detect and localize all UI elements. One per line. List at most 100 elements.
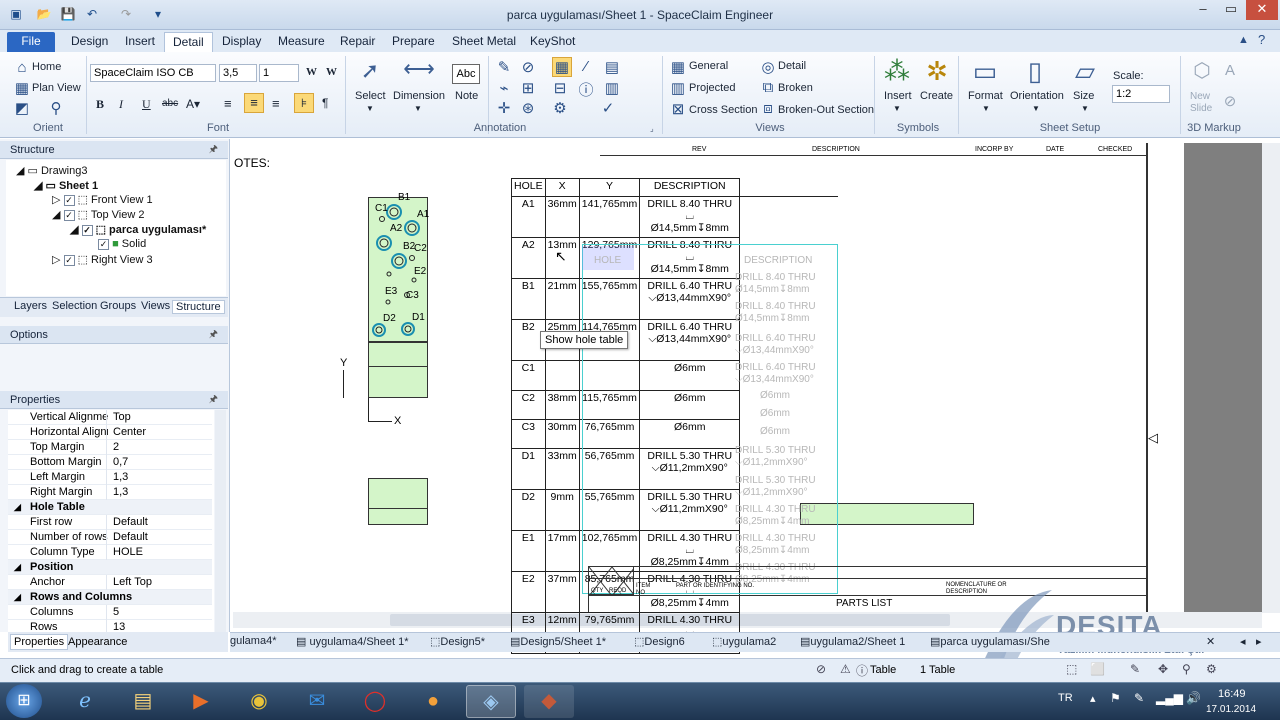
scale-combo[interactable]: 1:2 <box>1112 85 1170 103</box>
expand-icon[interactable]: ◢ <box>14 500 21 515</box>
spaceclaim-taskbar-icon[interactable]: ◈ <box>466 685 516 718</box>
strikethrough-icon[interactable]: abc <box>162 98 178 109</box>
anchor-right-icon[interactable]: ¶ <box>322 96 328 110</box>
pen-tray-icon[interactable]: ✎ <box>1134 691 1144 705</box>
clock-time[interactable]: 16:49 <box>1218 688 1246 700</box>
chevron-down-icon[interactable]: ▼ <box>1081 104 1089 113</box>
bubble-icon[interactable]: ⓘ <box>578 79 594 100</box>
file-explorer-icon[interactable]: ▤ <box>118 685 168 718</box>
checkbox[interactable]: ✓ <box>98 238 109 250</box>
surface-finish-icon[interactable]: ⁄ <box>578 58 594 75</box>
checkbox[interactable]: ✓ <box>63 194 75 206</box>
property-value[interactable]: 13 <box>106 620 212 632</box>
dimension-button[interactable]: Dimension <box>393 90 445 102</box>
property-category[interactable]: ◢ Hole Table <box>8 500 212 515</box>
tree-item-part[interactable]: ◢ ✓ ⬚ parca uygulaması* <box>70 223 206 236</box>
tab-prepare[interactable]: Prepare <box>384 32 443 52</box>
tab-views[interactable]: Views <box>141 300 170 312</box>
tab-measure[interactable]: Measure <box>270 32 333 52</box>
checkbox[interactable]: ✓ <box>81 224 93 236</box>
outlook-icon[interactable]: ✉ <box>292 685 342 718</box>
align-center-icon[interactable]: ≡ <box>244 93 264 113</box>
properties-scrollbar[interactable] <box>215 410 226 632</box>
warning-icon[interactable]: ⚠ <box>840 662 851 676</box>
info-icon[interactable]: ⓘ <box>856 662 868 679</box>
check-icon[interactable]: ✓ <box>600 99 616 117</box>
start-button-icon[interactable]: ⊞ <box>6 684 42 718</box>
front-view-part[interactable] <box>368 478 428 525</box>
tree-item-sheet[interactable]: ◢ ▭ Sheet 1 <box>34 179 98 192</box>
property-value[interactable]: Center <box>106 425 212 440</box>
hole-table-icon[interactable]: ⊟ <box>552 79 568 97</box>
property-value[interactable]: 0,7 <box>106 455 212 470</box>
tab-appearance[interactable]: Appearance <box>68 636 127 648</box>
insert-symbol-button[interactable]: Insert <box>884 90 912 102</box>
help-icon[interactable]: ? <box>1258 32 1265 47</box>
text-color-icon[interactable]: A▾ <box>186 97 200 111</box>
property-value[interactable]: Default <box>106 515 212 530</box>
italic-icon[interactable]: I <box>119 97 123 112</box>
doc-tab[interactable]: ⬚Design5* <box>430 635 485 648</box>
property-row[interactable]: Bottom Margin 0,7 <box>8 455 212 470</box>
selection-filter[interactable]: Table <box>870 664 896 676</box>
narrow-font-button[interactable]: W <box>326 66 337 78</box>
bold-icon[interactable]: B <box>96 97 104 112</box>
markup-delete-icon[interactable]: ⊘ <box>1222 92 1238 110</box>
pan-icon[interactable]: ✥ <box>1158 662 1168 676</box>
dialog-launcher-icon[interactable]: ⌟ <box>650 124 654 133</box>
center-mark-icon[interactable]: ✛ <box>496 99 512 117</box>
hole-table-row[interactable]: A1 36mm 141,765mm DRILL 8.40 THRU ⌴ Ø14,5mm↧8… <box>511 196 838 238</box>
create-symbol-button[interactable]: Create <box>920 90 953 102</box>
weld-icon[interactable]: ⌁ <box>496 79 512 97</box>
box-select-icon[interactable]: ⬜ <box>1090 662 1105 676</box>
doc-tab[interactable]: ▤uygulama2/Sheet 1 <box>800 635 905 648</box>
tree-item-top-view[interactable]: ◢ ✓ ⬚ Top View 2 <box>52 208 144 221</box>
tab-insert[interactable]: Insert <box>117 32 163 52</box>
property-value[interactable]: HOLE <box>106 545 212 560</box>
tab-properties[interactable]: Properties <box>10 634 69 650</box>
center-line-icon[interactable]: ⊛ <box>520 99 536 117</box>
font-size-combo[interactable]: 3,5 <box>219 64 257 82</box>
property-value[interactable]: Default <box>106 530 212 545</box>
tree-item-front-view[interactable]: ▷ ✓ ⬚ Front View 1 <box>52 193 153 206</box>
size-button[interactable]: Size <box>1073 90 1094 102</box>
burning-app-icon[interactable]: ● <box>408 685 458 718</box>
chrome-icon[interactable]: ◉ <box>234 685 284 718</box>
plan-view-button[interactable]: Plan View <box>32 82 81 94</box>
tab-display[interactable]: Display <box>214 32 269 52</box>
property-category[interactable]: ◢ Position <box>8 560 212 575</box>
property-value[interactable]: Left Top <box>106 575 212 590</box>
chevron-down-icon[interactable]: ▼ <box>1032 104 1040 113</box>
property-value[interactable]: 1,3 <box>106 470 212 485</box>
tree-item-right-view[interactable]: ▷ ✓ ⬚ Right View 3 <box>52 253 153 266</box>
symbol-icon[interactable]: ▤ <box>604 58 620 76</box>
expand-icon[interactable]: ◢ <box>14 560 21 575</box>
action-center-icon[interactable]: ⚑ <box>1110 691 1121 705</box>
bom-icon[interactable]: ⊞ <box>520 79 536 97</box>
view-settings-icon[interactable]: ⚙ <box>1206 662 1217 676</box>
ribbon-collapse-icon[interactable]: ▲ <box>1238 34 1249 46</box>
property-row[interactable]: Horizontal AlignmentCenter <box>8 425 212 440</box>
property-value[interactable]: Top <box>106 410 212 425</box>
property-row[interactable]: First row Default <box>8 515 212 530</box>
tray-chevron-icon[interactable]: ▴ <box>1090 692 1096 705</box>
tab-detail[interactable]: Detail <box>164 32 213 52</box>
property-row[interactable]: Right Margin 1,3 <box>8 485 212 500</box>
doc-tab[interactable]: ▤Design5/Sheet 1* <box>510 635 606 648</box>
gear-icon[interactable]: ⚙ <box>552 99 568 117</box>
home-button[interactable]: Home <box>32 61 61 73</box>
pin-icon[interactable]: 🖈 <box>209 391 218 409</box>
screen-recorder-icon[interactable]: ◆ <box>524 685 574 718</box>
chevron-down-icon[interactable]: ▼ <box>893 104 901 113</box>
doc-tab[interactable]: ⬚uygulama2 <box>712 635 776 648</box>
close-icon[interactable]: ✕ <box>1246 0 1278 20</box>
zoom-icon[interactable]: ⚲ <box>48 99 64 117</box>
detail-view-button[interactable]: Detail <box>778 60 806 72</box>
tab-layers[interactable]: Layers <box>14 300 47 312</box>
chevron-down-icon[interactable]: ▼ <box>366 104 374 113</box>
tab-design[interactable]: Design <box>63 32 116 52</box>
property-value[interactable]: 5 <box>106 605 212 620</box>
tab-structure[interactable]: Structure <box>172 300 225 314</box>
opera-icon[interactable]: ◯ <box>350 685 400 718</box>
cross-section-button[interactable]: Cross Section <box>689 104 757 116</box>
